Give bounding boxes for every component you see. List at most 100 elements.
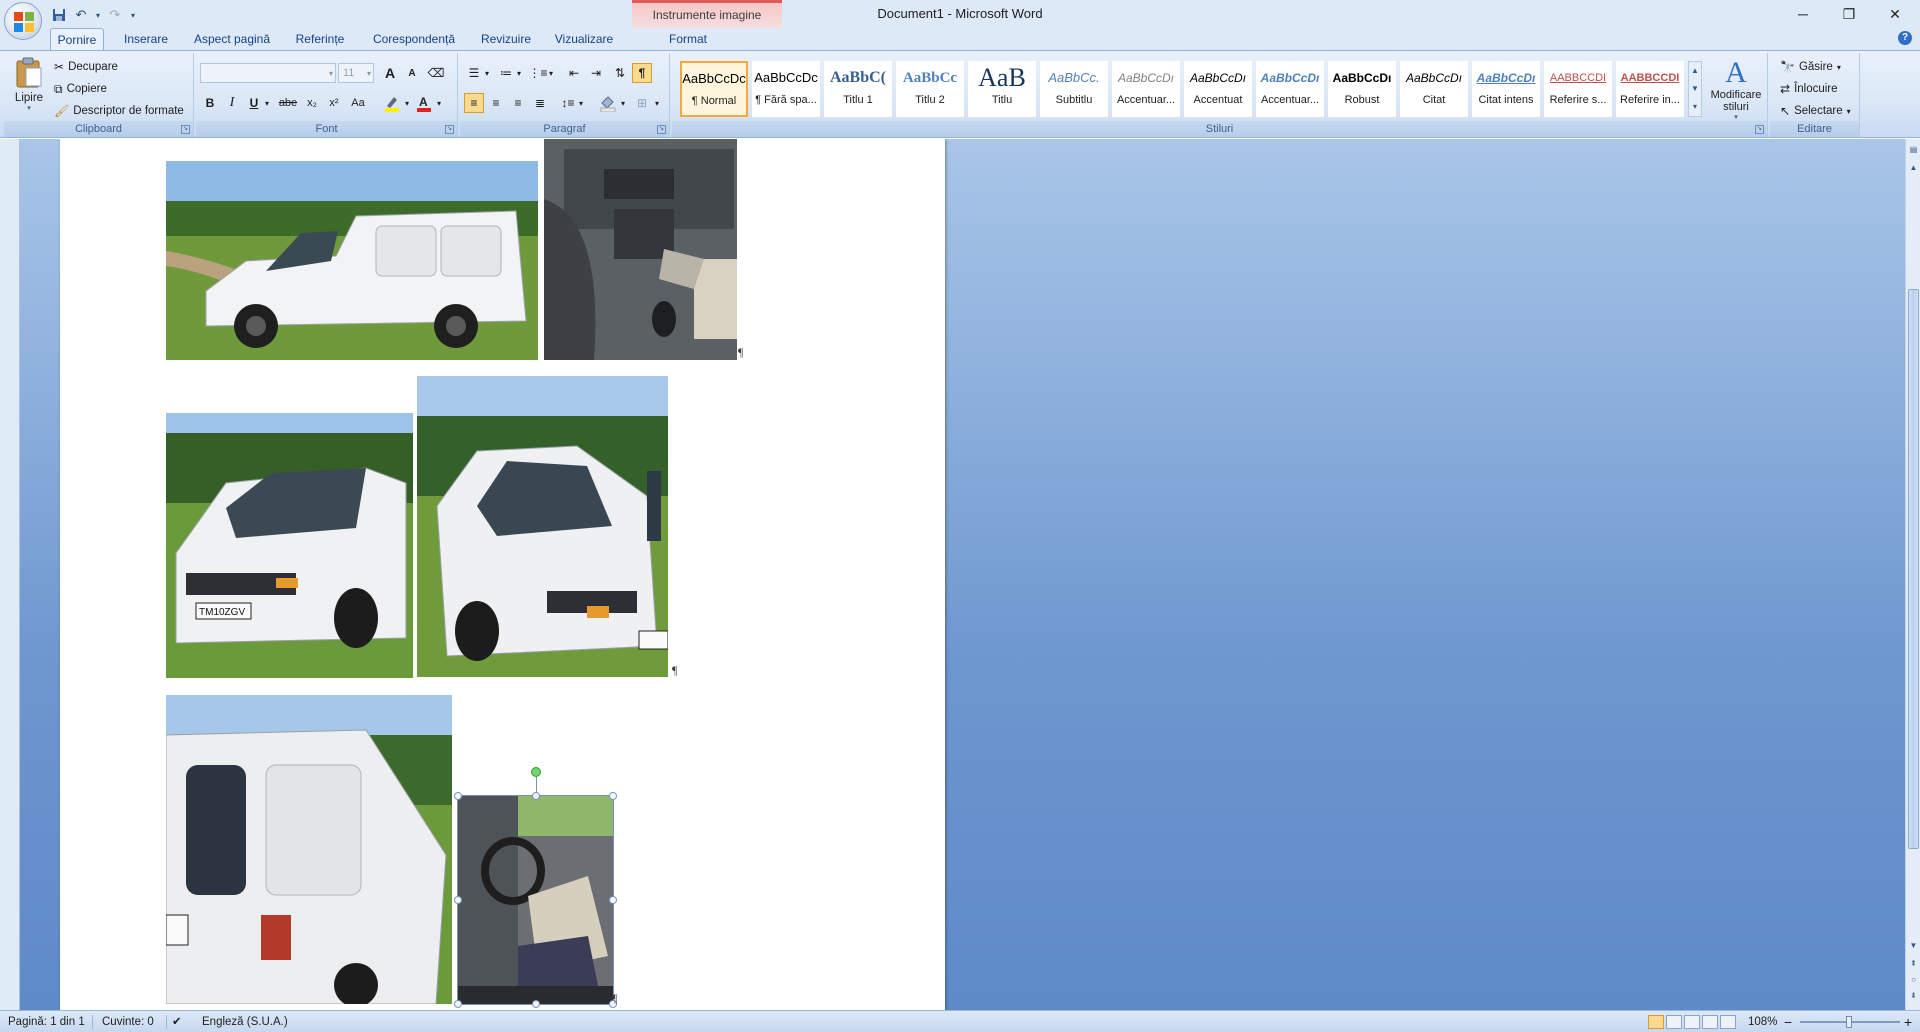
style-gallery-item[interactable]: AaBbCcDı Accentuar...: [1256, 61, 1324, 117]
rotate-handle[interactable]: [531, 767, 541, 777]
highlight-dropdown-icon[interactable]: ▾: [402, 93, 412, 113]
multilevel-list-icon[interactable]: ⋮≡: [528, 63, 548, 83]
paste-dropdown-icon[interactable]: ▾: [10, 104, 48, 112]
font-color-dropdown-icon[interactable]: ▾: [434, 93, 444, 113]
grow-font-button[interactable]: A: [380, 63, 400, 83]
style-gallery-item[interactable]: AaBbCcDı Accentuat: [1184, 61, 1252, 117]
style-gallery-item[interactable]: AABBCCDI Referire s...: [1544, 61, 1612, 117]
bullets-dropdown-icon[interactable]: ▾: [482, 63, 492, 83]
minimize-button[interactable]: ─: [1780, 0, 1826, 28]
photo-van-front-right[interactable]: [417, 376, 668, 677]
full-screen-reading-view-icon[interactable]: [1666, 1015, 1682, 1029]
style-gallery-item[interactable]: AaBbCcDı Robust: [1328, 61, 1396, 117]
line-spacing-dropdown-icon[interactable]: ▾: [576, 93, 586, 113]
redo-icon[interactable]: ↷: [106, 6, 124, 24]
style-gallery-item[interactable]: AABBCCDI Referire in...: [1616, 61, 1684, 117]
save-icon[interactable]: [50, 6, 68, 24]
zoom-slider-thumb[interactable]: [1846, 1016, 1852, 1028]
change-styles-button[interactable]: A Modificare stiluri ▾: [1708, 57, 1764, 122]
clear-formatting-icon[interactable]: ⌫: [426, 63, 446, 83]
style-gallery-item[interactable]: AaBbCcDı Citat: [1400, 61, 1468, 117]
browse-object-icon[interactable]: ○: [1907, 973, 1920, 987]
find-button[interactable]: 🔭 Găsire ▾: [1780, 57, 1841, 77]
word-count-status[interactable]: Cuvinte: 0: [102, 1011, 154, 1032]
underline-button[interactable]: U: [244, 93, 264, 113]
font-launcher-icon[interactable]: ↘: [445, 125, 454, 134]
gallery-up-icon[interactable]: ▲: [1689, 62, 1701, 80]
highlight-color-icon[interactable]: [382, 93, 402, 113]
shrink-font-button[interactable]: A: [402, 63, 422, 83]
undo-dropdown-icon[interactable]: ▾: [94, 6, 102, 24]
change-case-button[interactable]: Aa: [348, 93, 368, 113]
next-page-icon[interactable]: ⇟: [1907, 989, 1920, 1003]
scrollbar-thumb[interactable]: [1908, 289, 1919, 849]
increase-indent-icon[interactable]: ⇥: [586, 63, 606, 83]
bullets-icon[interactable]: ☰: [464, 63, 484, 83]
show-formatting-button[interactable]: ¶: [632, 63, 652, 83]
borders-icon[interactable]: ⊞: [632, 93, 652, 113]
clipboard-launcher-icon[interactable]: ↘: [181, 125, 190, 134]
photo-van-front-left[interactable]: TM10ZGV: [166, 413, 413, 678]
language-status[interactable]: Engleză (S.U.A.): [202, 1011, 288, 1032]
font-size-combo[interactable]: 11 ▾: [338, 63, 374, 83]
shading-dropdown-icon[interactable]: ▾: [618, 93, 628, 113]
close-button[interactable]: ✕: [1872, 0, 1918, 28]
numbering-dropdown-icon[interactable]: ▾: [514, 63, 524, 83]
tab-vizualizare[interactable]: Vizualizare: [548, 28, 620, 50]
gallery-scroll-control[interactable]: ▲ ▼ ▾: [1688, 61, 1702, 117]
numbering-icon[interactable]: ≔: [496, 63, 516, 83]
photo-van-rear[interactable]: [166, 695, 452, 1004]
photo-interior-selected[interactable]: [457, 795, 614, 1005]
style-gallery-item[interactable]: AaBbC(Titlu 1: [824, 61, 892, 117]
ruler-toggle-icon[interactable]: ▤: [1907, 143, 1920, 157]
proofing-icon[interactable]: ✔: [172, 1011, 182, 1032]
tab-inserare[interactable]: Inserare: [116, 28, 176, 50]
document-page[interactable]: ¶ TM10ZGV ¶ ¶: [60, 139, 945, 1010]
resize-handle-n[interactable]: [532, 792, 540, 800]
tab-format[interactable]: Format: [660, 28, 716, 50]
maximize-button[interactable]: ❐: [1826, 0, 1872, 28]
line-spacing-icon[interactable]: ↕≡: [558, 93, 578, 113]
styles-launcher-icon[interactable]: ↘: [1755, 125, 1764, 134]
strikethrough-button[interactable]: abe: [276, 93, 300, 113]
format-painter-button[interactable]: 🖌 Descriptor de formate: [54, 101, 184, 121]
zoom-level[interactable]: 108%: [1748, 1011, 1777, 1032]
multilevel-dropdown-icon[interactable]: ▾: [546, 63, 556, 83]
italic-button[interactable]: I: [222, 93, 242, 113]
tab-aspect-pagina[interactable]: Aspect pagină: [188, 28, 276, 50]
resize-handle-ne[interactable]: [609, 792, 617, 800]
gallery-more-icon[interactable]: ▾: [1689, 98, 1701, 116]
font-name-combo[interactable]: ▾: [200, 63, 336, 83]
borders-dropdown-icon[interactable]: ▾: [652, 93, 662, 113]
photo-van-side[interactable]: [166, 161, 538, 360]
style-gallery-item[interactable]: AaBbCcDı Accentuar...: [1112, 61, 1180, 117]
resize-handle-nw[interactable]: [454, 792, 462, 800]
style-gallery-item[interactable]: AaBbCcDı Citat intens: [1472, 61, 1540, 117]
tab-referinte[interactable]: Referințe: [288, 28, 352, 50]
previous-page-icon[interactable]: ⇞: [1907, 957, 1920, 971]
zoom-out-button[interactable]: −: [1784, 1011, 1792, 1032]
tab-corespondenta[interactable]: Corespondență: [364, 28, 464, 50]
subscript-button[interactable]: x₂: [302, 93, 322, 113]
undo-icon[interactable]: ↶: [72, 6, 90, 24]
resize-handle-sw[interactable]: [454, 1000, 462, 1008]
replace-button[interactable]: ⇄ Înlocuire: [1780, 79, 1838, 99]
draft-view-icon[interactable]: [1720, 1015, 1736, 1029]
bold-button[interactable]: B: [200, 93, 220, 113]
outline-view-icon[interactable]: [1702, 1015, 1718, 1029]
align-left-icon[interactable]: ≡: [464, 93, 484, 113]
copy-button[interactable]: ⧉ Copiere: [54, 79, 107, 99]
paste-button[interactable]: Lipire ▾: [10, 57, 48, 119]
style-gallery-item[interactable]: AaBbCc. Subtitlu: [1040, 61, 1108, 117]
underline-dropdown-icon[interactable]: ▾: [262, 93, 272, 113]
cut-button[interactable]: ✂ Decupare: [54, 57, 118, 77]
vertical-scrollbar[interactable]: ▤ ▲ ▼ ⇞ ○ ⇟: [1905, 139, 1920, 1010]
shading-icon[interactable]: [598, 93, 618, 113]
gallery-down-icon[interactable]: ▼: [1689, 80, 1701, 98]
scroll-up-icon[interactable]: ▲: [1907, 161, 1920, 175]
align-right-icon[interactable]: ≡: [508, 93, 528, 113]
tab-revizuire[interactable]: Revizuire: [476, 28, 536, 50]
sort-icon[interactable]: ⇅: [610, 63, 630, 83]
page-count-status[interactable]: Pagină: 1 din 1: [8, 1011, 85, 1032]
justify-icon[interactable]: ≣: [530, 93, 550, 113]
